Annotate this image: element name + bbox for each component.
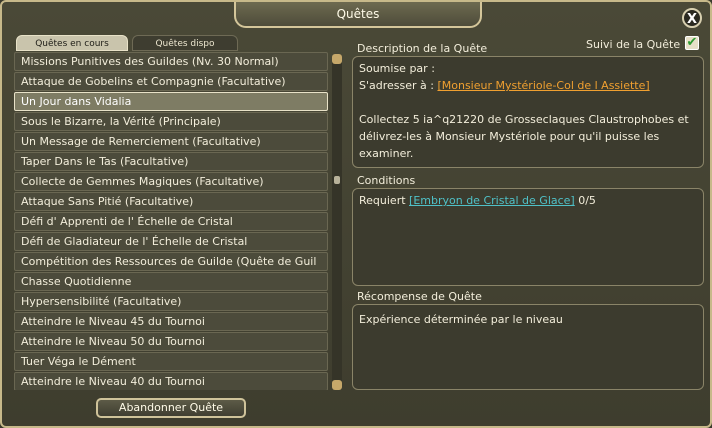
npc-link[interactable]: [Monsieur Mystériole-Col de l Assiette]: [437, 79, 649, 92]
quest-list-item[interactable]: Sous le Bizarre, la Vérité (Principale): [14, 112, 328, 131]
abandon-quest-button[interactable]: Abandonner Quête: [96, 398, 246, 418]
submitted-by-label: Soumise par :: [359, 62, 435, 75]
tab-quests-available[interactable]: Quêtes dispo: [132, 35, 238, 51]
quest-list-item[interactable]: Chasse Quotidienne: [14, 272, 328, 291]
scroll-down-icon[interactable]: [332, 380, 342, 390]
conditions-header: Conditions: [357, 174, 416, 187]
quest-list-item[interactable]: Collecte de Gemmes Magiques (Facultative…: [14, 172, 328, 191]
quest-window: Quêtes X Quêtes en cours Quêtes dispo Mi…: [0, 0, 712, 428]
window-title: Quêtes: [336, 7, 380, 21]
conditions-panel: Requiert [Embryon de Cristal de Glace] 0…: [352, 188, 704, 286]
quest-list-item[interactable]: Compétition des Ressources de Guilde (Qu…: [14, 252, 328, 271]
item-link[interactable]: [Embryon de Cristal de Glace]: [409, 194, 575, 207]
quest-list-item[interactable]: Un Jour dans Vidalia: [14, 92, 328, 111]
tab-quests-in-progress[interactable]: Quêtes en cours: [16, 35, 128, 51]
quest-body-text: Collectez 5 ia^q21220 de Grosseclaques C…: [359, 113, 689, 160]
quest-list-scrollbar[interactable]: [332, 54, 342, 390]
follow-quest-label: Suivi de la Quête: [586, 38, 681, 51]
scroll-thumb[interactable]: [334, 176, 340, 184]
description-header: Description de la Quête: [357, 42, 488, 55]
description-panel: Soumise par : S'adresser à : [Monsieur M…: [352, 56, 704, 168]
quest-list: Missions Punitives des Guildes (Nv. 30 N…: [14, 52, 328, 390]
quest-list-item[interactable]: Un Message de Remerciement (Facultative): [14, 132, 328, 151]
quest-list-item[interactable]: Missions Punitives des Guildes (Nv. 30 N…: [14, 52, 328, 71]
reward-header: Récompense de Quête: [357, 290, 482, 303]
scroll-up-icon[interactable]: [332, 54, 342, 64]
quest-list-item[interactable]: Atteindre le Niveau 50 du Tournoi: [14, 332, 328, 351]
quest-list-item[interactable]: Hypersensibilité (Facultative): [14, 292, 328, 311]
quest-list-item[interactable]: Attaque Sans Pitié (Facultative): [14, 192, 328, 211]
follow-quest-checkbox[interactable]: ✔: [685, 36, 699, 50]
quest-list-item[interactable]: Atteindre le Niveau 45 du Tournoi: [14, 312, 328, 331]
reward-text: Expérience déterminée par le niveau: [359, 313, 563, 326]
conditions-progress: 0/5: [574, 194, 596, 207]
window-title-bar: Quêtes: [234, 2, 482, 28]
contact-prefix: S'adresser à :: [359, 79, 438, 92]
reward-panel: Expérience déterminée par le niveau: [352, 304, 704, 390]
quest-list-item[interactable]: Tuer Véga le Dément: [14, 352, 328, 371]
quest-list-item[interactable]: Attaque de Gobelins et Compagnie (Facult…: [14, 72, 328, 91]
quest-list-item[interactable]: Taper Dans le Tas (Facultative): [14, 152, 328, 171]
contact-line: S'adresser à : [Monsieur Mystériole-Col …: [359, 77, 697, 94]
close-button[interactable]: X: [682, 8, 702, 28]
conditions-prefix: Requiert: [359, 194, 410, 207]
quest-list-item[interactable]: Atteindre le Niveau 40 du Tournoi: [14, 372, 328, 390]
quest-list-item[interactable]: Défi d' Apprenti de l' Échelle de Crista…: [14, 212, 328, 231]
quest-list-item[interactable]: Défi de Gladiateur de l' Échelle de Cris…: [14, 232, 328, 251]
